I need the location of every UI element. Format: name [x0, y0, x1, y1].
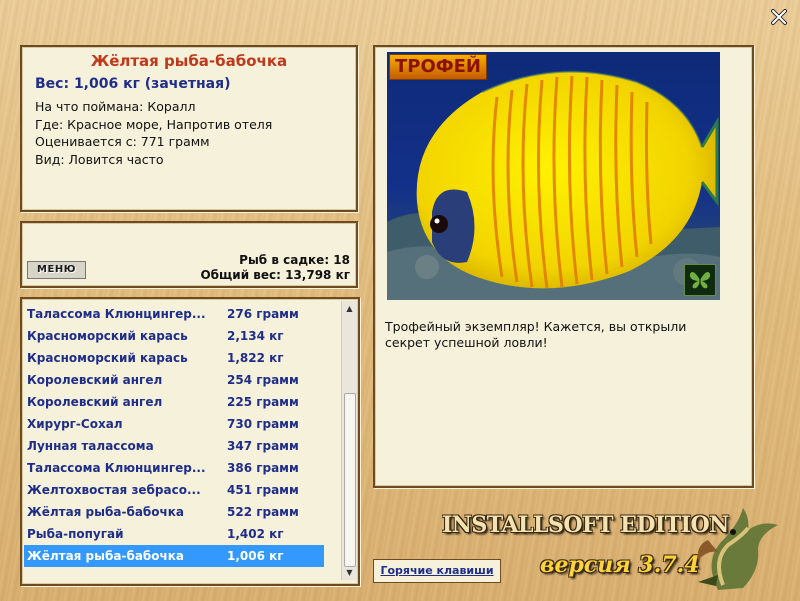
- trophy-description: Трофейный экземпляр! Кажется, вы открыли…: [385, 319, 687, 350]
- scroll-up-arrow-icon[interactable]: ▲: [342, 301, 357, 316]
- list-item-weight: 276 грамм: [227, 307, 299, 321]
- list-item-name: Жёлтая рыба-бабочка: [27, 549, 185, 563]
- list-item[interactable]: Королевский ангел 225 грамм: [24, 391, 324, 413]
- pike-fish-logo: [688, 500, 788, 592]
- list-item[interactable]: Жёлтая рыба-бабочка 1,006 кг: [24, 545, 324, 567]
- valuation-line: Оценивается с: 771 грамм: [35, 134, 210, 149]
- close-icon: [771, 9, 787, 25]
- list-item[interactable]: Хирург-Сохал 730 грамм: [24, 413, 324, 435]
- list-item[interactable]: Красноморский карась 2,134 кг: [24, 325, 324, 347]
- list-item[interactable]: Красноморский карась 1,822 кг: [24, 347, 324, 369]
- close-button[interactable]: [768, 6, 790, 28]
- list-item[interactable]: Лунная талассома 347 грамм: [24, 435, 324, 457]
- list-item-name: Талассома Клюнцингер...: [27, 461, 206, 475]
- list-item[interactable]: Талассома Клюнцингер... 386 грамм: [24, 457, 324, 479]
- frequency-line: Вид: Ловится часто: [35, 151, 164, 167]
- list-item-name: Красноморский карась: [27, 351, 188, 365]
- list-item[interactable]: Жёлтая рыба-бабочка 522 грамм: [24, 501, 324, 523]
- location-line: Где: Красное море, Напротив отеля: [35, 116, 273, 132]
- keep-net-stats: Рыб в садке: 18 Общий вес: 13,798 кг: [200, 253, 350, 283]
- list-item-name: Красноморский карась: [27, 329, 188, 343]
- list-item-name: Рыба-попугай: [27, 527, 124, 541]
- fish-count: Рыб в садке: 18: [239, 253, 350, 267]
- list-item[interactable]: Королевский ангел 254 грамм: [24, 369, 324, 391]
- bait-line: На что поймана: Коралл: [35, 99, 196, 114]
- list-item-weight: 254 грамм: [227, 373, 299, 387]
- scroll-thumb[interactable]: [344, 393, 356, 567]
- list-item[interactable]: Талассома Клюнцингер... 276 грамм: [24, 303, 324, 325]
- list-item[interactable]: Желтохвостая зебрасо... 451 грамм: [24, 479, 324, 501]
- list-item-name: Лунная талассома: [27, 439, 154, 453]
- fish-info-panel: Жёлтая рыба-бабочка Вес: 1,006 кг (зачет…: [20, 45, 358, 212]
- fish-photo: ТРОФЕЙ: [387, 52, 720, 300]
- hotkeys-button[interactable]: Горячие клавиши: [373, 559, 501, 583]
- list-item-weight: 2,134 кг: [227, 329, 284, 343]
- list-item-weight: 386 грамм: [227, 461, 299, 475]
- yellow-butterflyfish-image: [387, 70, 720, 300]
- scroll-down-arrow-icon[interactable]: ▼: [342, 565, 357, 580]
- list-item-name: Жёлтая рыба-бабочка: [27, 505, 185, 519]
- butterfly-icon: [689, 272, 711, 289]
- list-item-name: Королевский ангел: [27, 395, 163, 409]
- version-label: версия 3.7.4: [540, 552, 700, 578]
- catch-rows: Талассома Клюнцингер... 276 грамм Красномо…: [24, 303, 324, 567]
- list-item-weight: 522 грамм: [227, 505, 299, 519]
- list-item-weight: 225 грамм: [227, 395, 299, 409]
- keep-net-panel: МЕНЮ Рыб в садке: 18 Общий вес: 13,798 к…: [20, 221, 358, 288]
- list-item-weight: 1,822 кг: [227, 351, 284, 365]
- list-item[interactable]: Рыба-попугай 1,402 кг: [24, 523, 324, 545]
- list-item-name: Талассома Клюнцингер...: [27, 307, 206, 321]
- list-item-weight: 1,006 кг: [227, 549, 284, 563]
- list-item-name: Желтохвостая зебрасо...: [27, 483, 201, 497]
- list-item-name: Королевский ангел: [27, 373, 163, 387]
- pike-icon: [697, 508, 778, 590]
- list-item-weight: 1,402 кг: [227, 527, 284, 541]
- trophy-panel: ТРОФЕЙ Трофейный экземпляр! Кажется, вы …: [373, 45, 754, 488]
- scrollbar[interactable]: ▲ ▼: [341, 301, 357, 580]
- list-item-weight: 347 грамм: [227, 439, 299, 453]
- list-item-weight: 730 грамм: [227, 417, 299, 431]
- list-item-name: Хирург-Сохал: [27, 417, 123, 431]
- menu-button[interactable]: МЕНЮ: [27, 261, 86, 279]
- trophy-badge: ТРОФЕЙ: [389, 54, 487, 80]
- total-weight: Общий вес: 13,798 кг: [200, 268, 350, 282]
- list-item-weight: 451 грамм: [227, 483, 299, 497]
- fish-weight: Вес: 1,006 кг (зачетная): [35, 76, 231, 92]
- catch-list[interactable]: Талассома Клюнцингер... 276 грамм Красномо…: [20, 297, 360, 586]
- brand-title: INSTALLSOFT EDITION: [442, 512, 729, 538]
- butterfly-button[interactable]: [684, 264, 716, 296]
- fish-title: Жёлтая рыба-бабочка: [90, 52, 288, 70]
